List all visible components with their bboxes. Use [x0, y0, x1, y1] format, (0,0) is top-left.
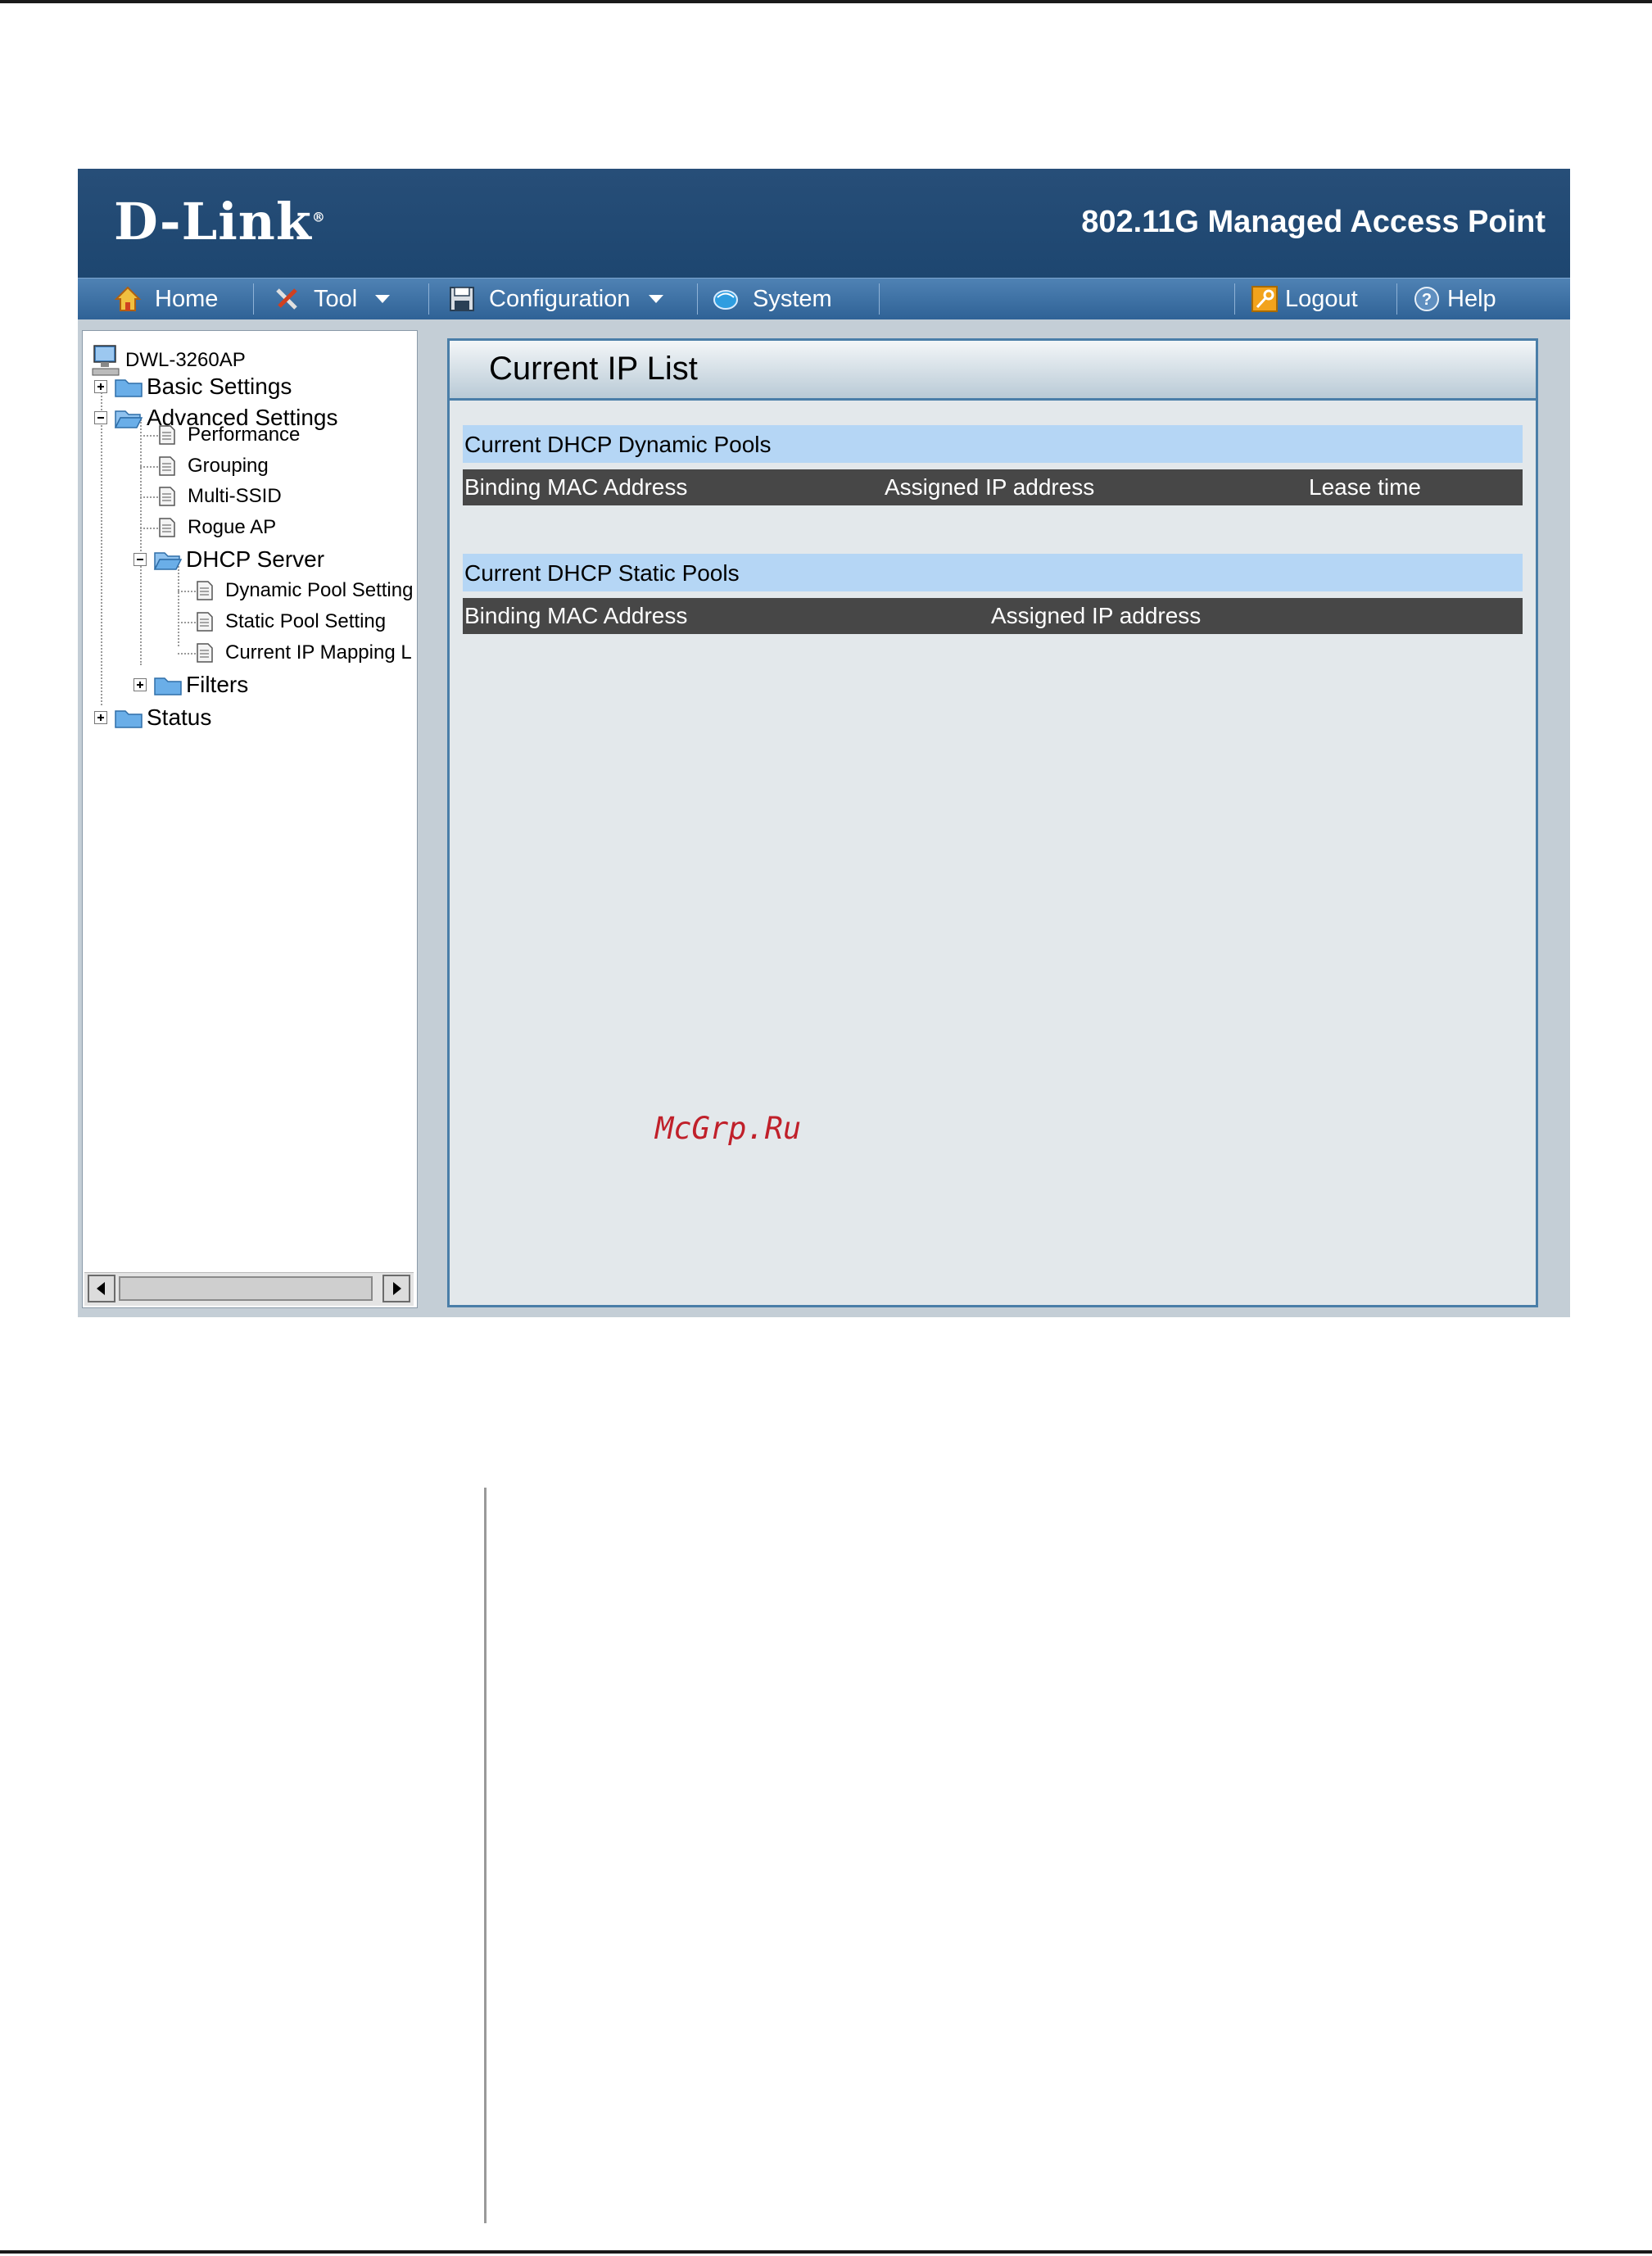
document-icon [159, 425, 175, 445]
menu-help[interactable]: ? Help [1413, 279, 1496, 319]
tree-guide-line [140, 466, 158, 468]
menu-system[interactable]: System [712, 279, 832, 319]
arrow-right-icon [393, 1282, 401, 1295]
svg-text:?: ? [1422, 291, 1432, 309]
document-icon [197, 612, 213, 632]
expand-plus-icon[interactable] [134, 678, 147, 691]
menu-separator [253, 283, 254, 315]
content-panel: Current IP List Current DHCP Dynamic Poo… [447, 338, 1538, 1307]
tree-filters[interactable]: Filters [134, 672, 248, 698]
dynamic-pools-column-header: Binding MAC Address Assigned IP address … [463, 469, 1523, 505]
tree-guide-line [101, 390, 102, 705]
menu-logout[interactable]: Logout [1251, 279, 1358, 319]
product-title: 802.11G Managed Access Point [1081, 205, 1546, 239]
collapse-minus-icon[interactable] [94, 411, 107, 424]
menu-configuration[interactable]: Configuration [448, 279, 663, 319]
menu-home[interactable]: Home [114, 279, 218, 319]
tree-static-pool-setting[interactable]: Static Pool Setting [196, 610, 386, 633]
tree-guide-line [178, 591, 196, 592]
static-pools-column-header: Binding MAC Address Assigned IP address [463, 598, 1523, 634]
content-title-bar: Current IP List [450, 341, 1536, 401]
watermark-text: McGrp.Ru [655, 1111, 802, 1146]
tool-icon [276, 288, 297, 310]
document-icon [159, 487, 175, 506]
system-globe-icon [713, 290, 738, 310]
tree-guide-line [178, 622, 196, 623]
navigation-tree: DWL-3260AP Basic Settings Advanced Setti… [83, 331, 417, 1269]
column-binding-mac: Binding MAC Address [464, 474, 688, 500]
expand-plus-icon[interactable] [94, 380, 107, 393]
open-folder-icon [153, 552, 183, 570]
tree-guide-line [140, 496, 158, 498]
scrollbar-thumb[interactable] [119, 1276, 373, 1301]
page-title: Current IP List [489, 351, 698, 387]
document-icon [159, 456, 175, 476]
tree-grouping[interactable]: Grouping [158, 455, 269, 478]
scroll-right-button[interactable] [382, 1275, 410, 1302]
menu-separator [1234, 283, 1235, 315]
page-column-divider [484, 1488, 487, 2223]
menu-tool[interactable]: Tool [273, 279, 391, 319]
tree-guide-line [140, 419, 142, 665]
menu-bar: Home Tool Configuration System Logout ? … [78, 278, 1570, 319]
column-binding-mac: Binding MAC Address [464, 603, 688, 628]
document-icon [159, 518, 175, 537]
open-folder-icon [114, 410, 143, 428]
logout-key-icon [1251, 286, 1278, 312]
column-assigned-ip: Assigned IP address [885, 474, 1095, 500]
help-icon: ? [1414, 287, 1439, 311]
folder-icon [115, 710, 143, 728]
chevron-down-icon [648, 295, 663, 303]
tree-guide-line [178, 566, 179, 646]
header-banner: D-Link® 802.11G Managed Access Point [78, 169, 1570, 278]
page-bottom-rule [0, 2250, 1652, 2254]
app-window: D-Link® 802.11G Managed Access Point Hom… [78, 169, 1570, 1317]
save-disk-icon [450, 287, 474, 311]
tree-basic-settings[interactable]: Basic Settings [94, 374, 292, 400]
dlink-logo: D-Link® [114, 192, 326, 251]
static-pools-heading: Current DHCP Static Pools [463, 554, 1523, 591]
tree-guide-line [140, 435, 158, 437]
column-lease-time: Lease time [1309, 474, 1421, 500]
tree-guide-line [178, 653, 196, 655]
horizontal-scrollbar[interactable] [84, 1272, 414, 1306]
page-top-rule [0, 0, 1652, 3]
dynamic-pools-heading: Current DHCP Dynamic Pools [463, 425, 1523, 463]
folder-icon [154, 677, 182, 695]
menu-separator [697, 283, 698, 315]
tree-dhcp-server[interactable]: DHCP Server [134, 546, 324, 573]
tree-guide-line [140, 528, 158, 529]
document-icon [197, 581, 213, 600]
tree-dynamic-pool-setting[interactable]: Dynamic Pool Setting [196, 579, 413, 602]
tree-rogue-ap[interactable]: Rogue AP [158, 516, 276, 539]
chevron-down-icon [375, 295, 391, 303]
collapse-minus-icon[interactable] [134, 553, 147, 566]
expand-plus-icon[interactable] [94, 711, 107, 724]
tree-performance[interactable]: Performance [158, 424, 300, 446]
tree-current-ip-mapping[interactable]: Current IP Mapping L [196, 641, 412, 664]
column-assigned-ip: Assigned IP address [991, 603, 1202, 628]
menu-separator [879, 283, 880, 315]
menu-separator [1396, 283, 1397, 315]
folder-icon [115, 379, 143, 397]
tree-multi-ssid[interactable]: Multi-SSID [158, 485, 282, 508]
scroll-left-button[interactable] [88, 1275, 115, 1302]
navigation-tree-pane: DWL-3260AP Basic Settings Advanced Setti… [82, 330, 418, 1308]
menu-separator [428, 283, 429, 315]
document-icon [197, 643, 213, 663]
tree-status[interactable]: Status [94, 704, 211, 731]
arrow-left-icon [97, 1282, 105, 1295]
home-icon [114, 286, 142, 311]
